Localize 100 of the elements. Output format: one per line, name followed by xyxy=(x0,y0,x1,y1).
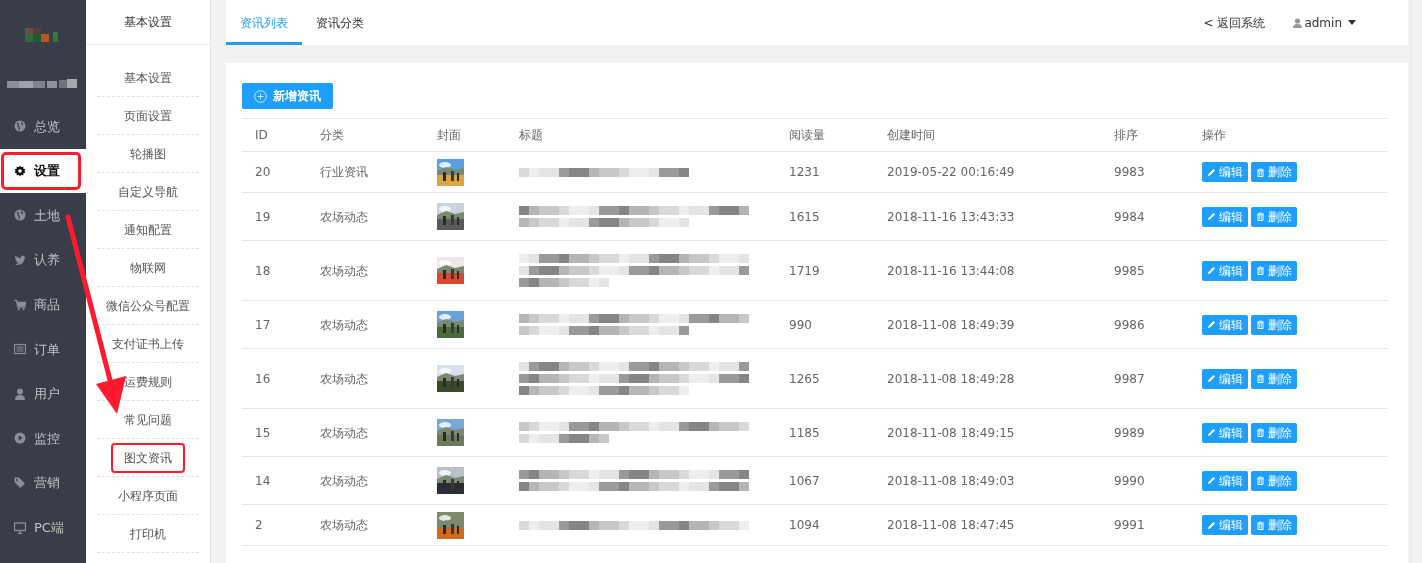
column-header: 创建时间 xyxy=(886,127,936,144)
logo-icon xyxy=(25,28,61,44)
subnav-item[interactable]: 运费规则 xyxy=(124,372,172,391)
sort-cell-text: 9990 xyxy=(1113,472,1146,490)
subnav-item[interactable]: 小程序页面 xyxy=(118,486,178,505)
date-cell-text: 2018-11-08 18:49:28 xyxy=(886,370,1016,388)
date-cell-text: 2018-11-08 18:49:15 xyxy=(886,424,1016,442)
subnav-item[interactable]: 页面设置 xyxy=(124,106,172,125)
trash-icon xyxy=(1256,428,1265,437)
sidebar-item[interactable]: PC端 xyxy=(0,505,86,550)
gear-icon xyxy=(14,164,26,177)
trash-icon xyxy=(1256,520,1265,530)
tags-icon xyxy=(14,477,26,490)
sort-cell-text: 9986 xyxy=(1113,316,1146,334)
subnav-item[interactable]: 常见问题 xyxy=(124,410,172,429)
pencil-icon xyxy=(1207,266,1216,275)
id-cell-text: 2 xyxy=(254,517,264,534)
subnav-title: 基本设置 xyxy=(86,0,210,45)
sidebar-item[interactable]: 订单 xyxy=(0,326,86,372)
pencil-icon xyxy=(1207,374,1216,383)
column-header: 操作 xyxy=(1201,127,1227,144)
back-link[interactable]: < 返回系统 xyxy=(1203,13,1266,32)
plus-circle-icon xyxy=(254,89,267,103)
reads-cell-text: 1094 xyxy=(788,517,821,534)
subnav-item[interactable]: 基本设置 xyxy=(124,68,172,87)
subnav-item[interactable]: 图文资讯 xyxy=(111,442,185,473)
subnav-item[interactable]: 打印机 xyxy=(130,524,166,543)
sidebar-item[interactable]: 设置 xyxy=(0,148,86,194)
sort-cell-text: 9987 xyxy=(1113,370,1146,388)
sort-cell-text: 9985 xyxy=(1113,262,1146,280)
trash-icon xyxy=(1256,266,1265,275)
user-menu[interactable]: admin xyxy=(1293,13,1356,32)
trash-icon xyxy=(1256,320,1265,329)
date-cell-text: 2019-05-22 00:16:49 xyxy=(886,164,1016,181)
caret-icon xyxy=(1348,20,1356,25)
subnav-item[interactable]: 支付证书上传 xyxy=(112,334,184,353)
reads-cell-text: 1185 xyxy=(788,424,821,442)
blurred-brand-drawing xyxy=(7,79,77,89)
reads-cell-text: 1719 xyxy=(788,262,821,280)
category-cell-text: 农场动态 xyxy=(319,517,369,534)
pencil-icon xyxy=(1207,212,1216,221)
list-card-icon xyxy=(14,343,26,356)
subnav-item[interactable]: 通知配置 xyxy=(124,220,172,239)
sidebar-item[interactable]: 营销 xyxy=(0,460,86,506)
trash-icon xyxy=(1256,167,1265,177)
pencil-icon xyxy=(1207,320,1216,329)
subnav-item[interactable]: 物联网 xyxy=(130,258,166,277)
category-cell-text: 农场动态 xyxy=(319,472,369,490)
globe-icon xyxy=(14,209,26,222)
id-cell-text: 19 xyxy=(254,208,272,226)
column-header: 阅读量 xyxy=(788,127,826,144)
reads-cell-text: 1231 xyxy=(788,164,821,181)
date-cell-text: 2018-11-08 18:49:03 xyxy=(886,472,1016,490)
column-header: 排序 xyxy=(1113,127,1139,144)
pencil-icon xyxy=(1207,476,1216,485)
subnav-item[interactable]: 微信公众号配置 xyxy=(106,296,190,315)
trash-icon xyxy=(1256,374,1265,383)
globe-icon xyxy=(14,120,26,133)
column-header: 标题 xyxy=(518,127,544,144)
date-cell-text: 2018-11-08 18:47:45 xyxy=(886,517,1016,534)
monitor-icon xyxy=(14,521,26,534)
id-cell-text: 17 xyxy=(254,316,272,334)
id-cell-text: 16 xyxy=(254,370,272,388)
trash-icon xyxy=(1256,476,1265,485)
sort-cell-text: 9984 xyxy=(1113,208,1146,226)
pencil-icon xyxy=(1207,167,1216,177)
category-cell-text: 农场动态 xyxy=(319,424,369,442)
subnav-item[interactable]: 轮播图 xyxy=(130,144,166,163)
user-icon xyxy=(14,387,26,400)
column-header: 分类 xyxy=(319,127,345,144)
user-icon xyxy=(1293,17,1303,28)
sidebar-item[interactable]: 用户 xyxy=(0,371,86,417)
date-cell-text: 2018-11-16 13:43:33 xyxy=(886,208,1016,226)
trash-icon xyxy=(1256,212,1265,221)
reads-cell-text: 990 xyxy=(788,316,813,334)
sidebar-item[interactable]: 认养 xyxy=(0,237,86,283)
category-cell-text: 农场动态 xyxy=(319,316,369,334)
tab[interactable]: 资讯分类 xyxy=(302,0,378,45)
category-cell-text: 农场动态 xyxy=(319,262,369,280)
sidebar-item[interactable]: 商品 xyxy=(0,282,86,327)
sidebar-item[interactable]: 监控 xyxy=(0,416,86,461)
category-cell-text: 农场动态 xyxy=(319,208,369,226)
user-name: admin xyxy=(1304,14,1342,32)
reads-cell-text: 1615 xyxy=(788,208,821,226)
play-circle-icon xyxy=(14,432,26,445)
sidebar-item[interactable]: 总览 xyxy=(0,104,86,149)
category-cell-text: 行业资讯 xyxy=(319,164,369,181)
reads-cell-text: 1265 xyxy=(788,370,821,388)
sidebar-item[interactable]: 土地 xyxy=(0,193,86,238)
column-header: 封面 xyxy=(436,127,462,144)
subnav-item[interactable]: 自定义导航 xyxy=(118,182,178,201)
sort-cell-text: 9991 xyxy=(1113,517,1146,534)
sort-cell-text: 9983 xyxy=(1113,164,1146,181)
pencil-icon xyxy=(1207,520,1216,530)
date-cell-text: 2018-11-16 13:44:08 xyxy=(886,262,1016,280)
sort-cell-text: 9989 xyxy=(1113,424,1146,442)
cart-icon xyxy=(14,298,26,311)
column-header: ID xyxy=(254,127,269,144)
bird-icon xyxy=(14,254,26,267)
id-cell-text: 15 xyxy=(254,424,272,442)
